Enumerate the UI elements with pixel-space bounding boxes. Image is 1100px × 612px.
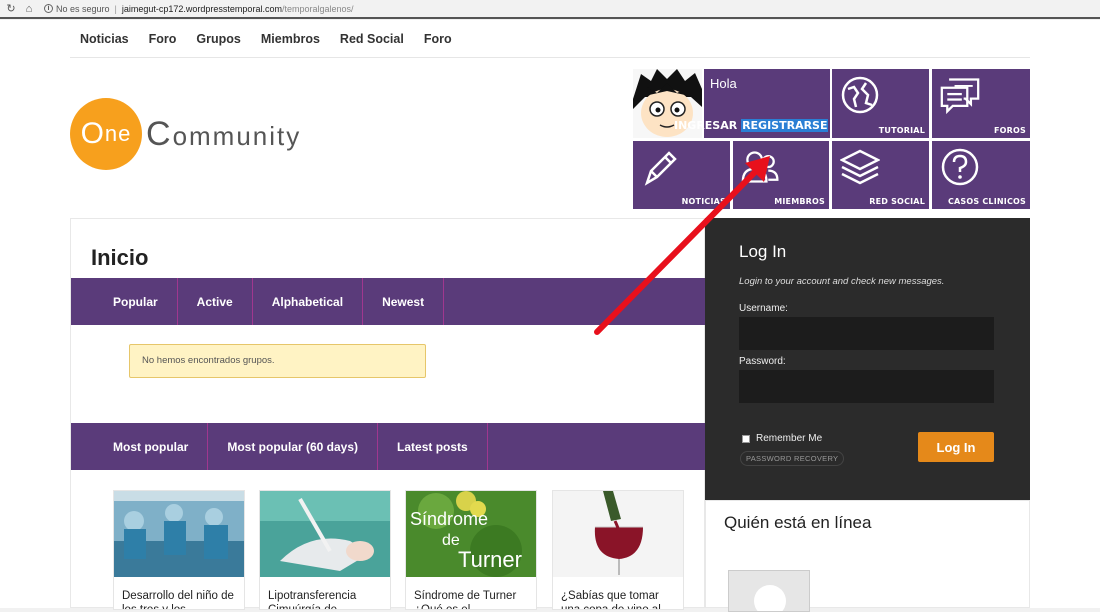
post-card[interactable]: Lipotransferencia Cimuúrgía de	[259, 490, 391, 610]
url-path: /temporalgalenos/	[281, 3, 354, 14]
tile-noticias-label: NOTICIAS	[681, 197, 726, 206]
wine-image	[553, 491, 683, 577]
nav-miembros[interactable]: Miembros	[251, 32, 330, 46]
nav-noticias[interactable]: Noticias	[70, 32, 139, 46]
post-card[interactable]: ¿Sabías que tomar una copa de vino al	[552, 490, 684, 610]
tile-miembros-label: MIEMBROS	[774, 197, 825, 206]
tile-tutorial[interactable]: TUTORIAL	[832, 69, 929, 138]
tile-tutorial-label: TUTORIAL	[878, 126, 925, 135]
user-tiles: Hola INGRESAR REGISTRARSE TUTORIAL FOROS…	[633, 69, 1030, 209]
security-label: No es seguro	[56, 3, 110, 14]
no-groups-notice: No hemos encontrados grupos.	[129, 344, 426, 378]
password-input[interactable]	[739, 370, 994, 403]
security-indicator[interactable]: i No es seguro	[44, 4, 110, 14]
tile-foros[interactable]: FOROS	[932, 69, 1030, 138]
layers-icon	[840, 149, 880, 185]
tile-red-social[interactable]: RED SOCIAL	[832, 141, 929, 209]
login-widget: Log In Login to your account and check n…	[705, 218, 1030, 500]
greeting-tile: Hola INGRESAR REGISTRARSE	[674, 69, 830, 138]
chat-bubbles-icon	[940, 78, 980, 115]
url-separator: |	[114, 3, 117, 14]
lipo-image	[260, 491, 390, 577]
home-icon[interactable]: ⌂	[22, 2, 36, 16]
pencil-icon	[644, 151, 677, 186]
login-subtitle: Login to your account and check new mess…	[739, 276, 945, 287]
tab-newest[interactable]: Newest	[363, 278, 445, 325]
turner-image: Síndrome de Turner	[406, 491, 536, 577]
logo-cap-c: C	[146, 114, 173, 153]
address-bar[interactable]: jaimegut-cp172.wordpresstemporal.com/tem…	[122, 4, 354, 14]
remember-label: Remember Me	[756, 433, 823, 444]
nav-foro[interactable]: Foro	[139, 32, 187, 46]
logo-circle: One	[70, 98, 142, 170]
tab-most-popular[interactable]: Most popular	[71, 423, 209, 470]
tile-casos-label: CASOS CLINICOS	[947, 197, 1026, 206]
tab-most-popular-60[interactable]: Most popular (60 days)	[208, 423, 379, 470]
top-navigation: Noticias Foro Grupos Miembros Red Social…	[70, 20, 1030, 58]
main-content: Inicio Popular Active Alphabetical Newes…	[70, 218, 706, 610]
online-user-avatar[interactable]	[728, 570, 810, 612]
turner-text-1: Síndrome	[410, 509, 488, 529]
tab-active[interactable]: Active	[178, 278, 253, 325]
tab-popular[interactable]: Popular	[71, 278, 178, 325]
post-card[interactable]: Desarrollo del niño de los tres y los	[113, 490, 245, 610]
ingresar-link[interactable]: INGRESAR	[674, 119, 737, 132]
username-label: Username:	[739, 303, 788, 314]
greeting-text: Hola	[710, 76, 737, 91]
auth-links: INGRESAR REGISTRARSE	[674, 119, 829, 132]
nav-foro-2[interactable]: Foro	[414, 32, 462, 46]
password-recovery-link[interactable]: PASSWORD RECOVERY	[740, 451, 845, 466]
reload-icon[interactable]: ↻	[4, 2, 18, 16]
post-title: ¿Sabías que tomar una copa de vino al	[561, 590, 661, 610]
posts-tab-bar: Most popular Most popular (60 days) Late…	[71, 423, 706, 470]
page-title: Inicio	[91, 245, 149, 270]
post-title: Síndrome de Turner ¿Qué es el	[414, 590, 517, 610]
remember-me[interactable]: Remember Me	[742, 433, 822, 444]
tile-noticias[interactable]: NOTICIAS	[633, 141, 730, 209]
info-icon: i	[44, 4, 53, 13]
logo-word-community: ommunity	[172, 120, 302, 151]
nav-red-social[interactable]: Red Social	[330, 32, 414, 46]
nav-grupos[interactable]: Grupos	[186, 32, 250, 46]
browser-toolbar: ↻ ⌂ i No es seguro | jaimegut-cp172.word…	[0, 0, 1100, 19]
username-input[interactable]	[739, 317, 994, 350]
groups-tab-bar: Popular Active Alphabetical Newest	[71, 278, 706, 325]
whos-online-title: Quién está en línea	[724, 513, 872, 532]
tab-latest-posts[interactable]: Latest posts	[378, 423, 488, 470]
whos-online-widget: Quién está en línea	[705, 500, 1030, 612]
logo-text: Community	[146, 115, 301, 154]
logo-word-one: ne	[104, 121, 132, 146]
turner-text-3: Turner	[458, 547, 522, 572]
remember-checkbox[interactable]	[742, 434, 750, 443]
post-title: Desarrollo del niño de los tres y los	[122, 590, 234, 610]
tile-casos-clinicos[interactable]: CASOS CLINICOS	[932, 141, 1030, 209]
login-title: Log In	[739, 242, 787, 261]
post-card[interactable]: Síndrome de Turner Síndrome de Turner ¿Q…	[405, 490, 537, 610]
post-title: Lipotransferencia Cimuúrgía de	[268, 590, 357, 610]
logo-cap-o: O	[80, 117, 105, 150]
login-button[interactable]: Log In	[918, 432, 994, 462]
password-label: Password:	[739, 356, 786, 367]
toolbar-divider	[0, 17, 1100, 19]
site-logo[interactable]: One Community	[70, 98, 301, 170]
url-host: jaimegut-cp172.wordpresstemporal.com	[121, 3, 282, 14]
surgery-image	[114, 491, 244, 577]
question-icon	[941, 148, 979, 186]
tile-foros-label: FOROS	[994, 126, 1026, 135]
registrarse-link[interactable]: REGISTRARSE	[741, 119, 829, 132]
globe-icon	[841, 76, 879, 114]
tab-alphabetical[interactable]: Alphabetical	[253, 278, 364, 325]
web-page: Noticias Foro Grupos Miembros Red Social…	[0, 20, 1100, 612]
tile-miembros[interactable]: MIEMBROS	[733, 141, 829, 209]
posts-grid: Desarrollo del niño de los tres y los Li…	[113, 490, 693, 610]
users-icon	[741, 151, 779, 183]
tile-red-social-label: RED SOCIAL	[869, 197, 925, 206]
